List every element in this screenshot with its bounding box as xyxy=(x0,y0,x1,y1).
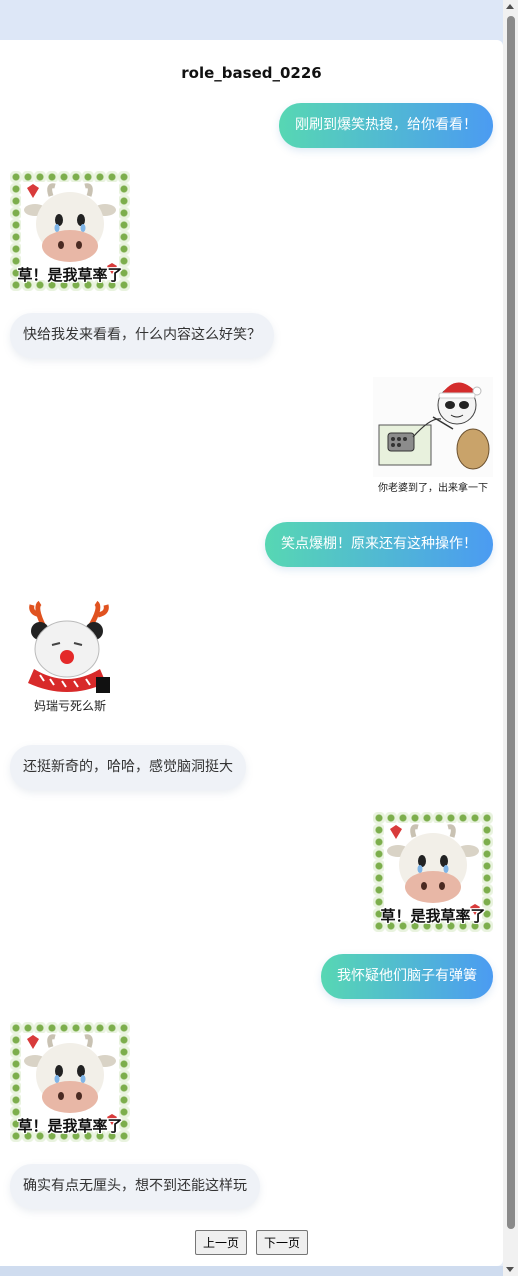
chat-page: role_based_0226 刚刷到爆笑热搜，给你看看！ 草！是我草率了 快给… xyxy=(0,40,503,1266)
sticker-caption: 草！是我草率了 xyxy=(380,907,486,925)
sticker-cow-crying: 草！是我草率了 xyxy=(10,1022,130,1142)
sticker-caption: 草！是我草率了 xyxy=(17,266,123,284)
sticker-leaf-border: 草！是我草率了 xyxy=(10,171,130,291)
santa-panda-icon xyxy=(373,377,493,477)
page-title: role_based_0226 xyxy=(181,64,322,82)
pager: 上一页 下一页 xyxy=(0,1230,503,1255)
sticker-cow-crying: 草！是我草率了 xyxy=(10,171,130,291)
sticker-cow-crying: 草！是我草率了 xyxy=(373,812,493,932)
sticker-leaf-border: 草！是我草率了 xyxy=(373,812,493,932)
reindeer-panda-icon xyxy=(28,600,110,693)
sticker-leaf-border: 草！是我草率了 xyxy=(10,1022,130,1142)
message-bubble-left: 确实有点无厘头，想不到还能这样玩 xyxy=(10,1164,260,1209)
scroll-down-icon[interactable] xyxy=(506,1267,514,1272)
top-band xyxy=(0,0,503,40)
message-bubble-left: 还挺新奇的，哈哈，感觉脑洞挺大 xyxy=(10,745,246,790)
scroll-up-icon[interactable] xyxy=(506,4,514,9)
sticker-caption: 你老婆到了，出来拿一下 xyxy=(378,483,488,494)
bottom-band xyxy=(0,1266,503,1276)
scrollbar-thumb[interactable] xyxy=(507,16,515,1229)
next-page-button[interactable]: 下一页 xyxy=(256,1230,309,1255)
message-bubble-right: 刚刷到爆笑热搜，给你看看！ xyxy=(279,103,493,148)
sticker-santa-panda: 你老婆到了，出来拿一下 xyxy=(373,377,493,497)
scrollbar[interactable] xyxy=(503,0,518,1276)
prev-page-button[interactable]: 上一页 xyxy=(194,1230,247,1255)
message-bubble-right: 我怀疑他们脑子有弹簧 xyxy=(321,954,493,999)
message-bubble-right: 笑点爆棚！原来还有这种操作！ xyxy=(265,522,493,567)
message-bubble-left: 快给我发来看看，什么内容这么好笑？ xyxy=(10,313,274,358)
sticker-caption: 草！是我草率了 xyxy=(17,1117,123,1135)
sticker-reindeer-panda: 妈瑞亏死么斯 xyxy=(10,597,130,717)
sticker-caption: 妈瑞亏死么斯 xyxy=(33,699,106,713)
